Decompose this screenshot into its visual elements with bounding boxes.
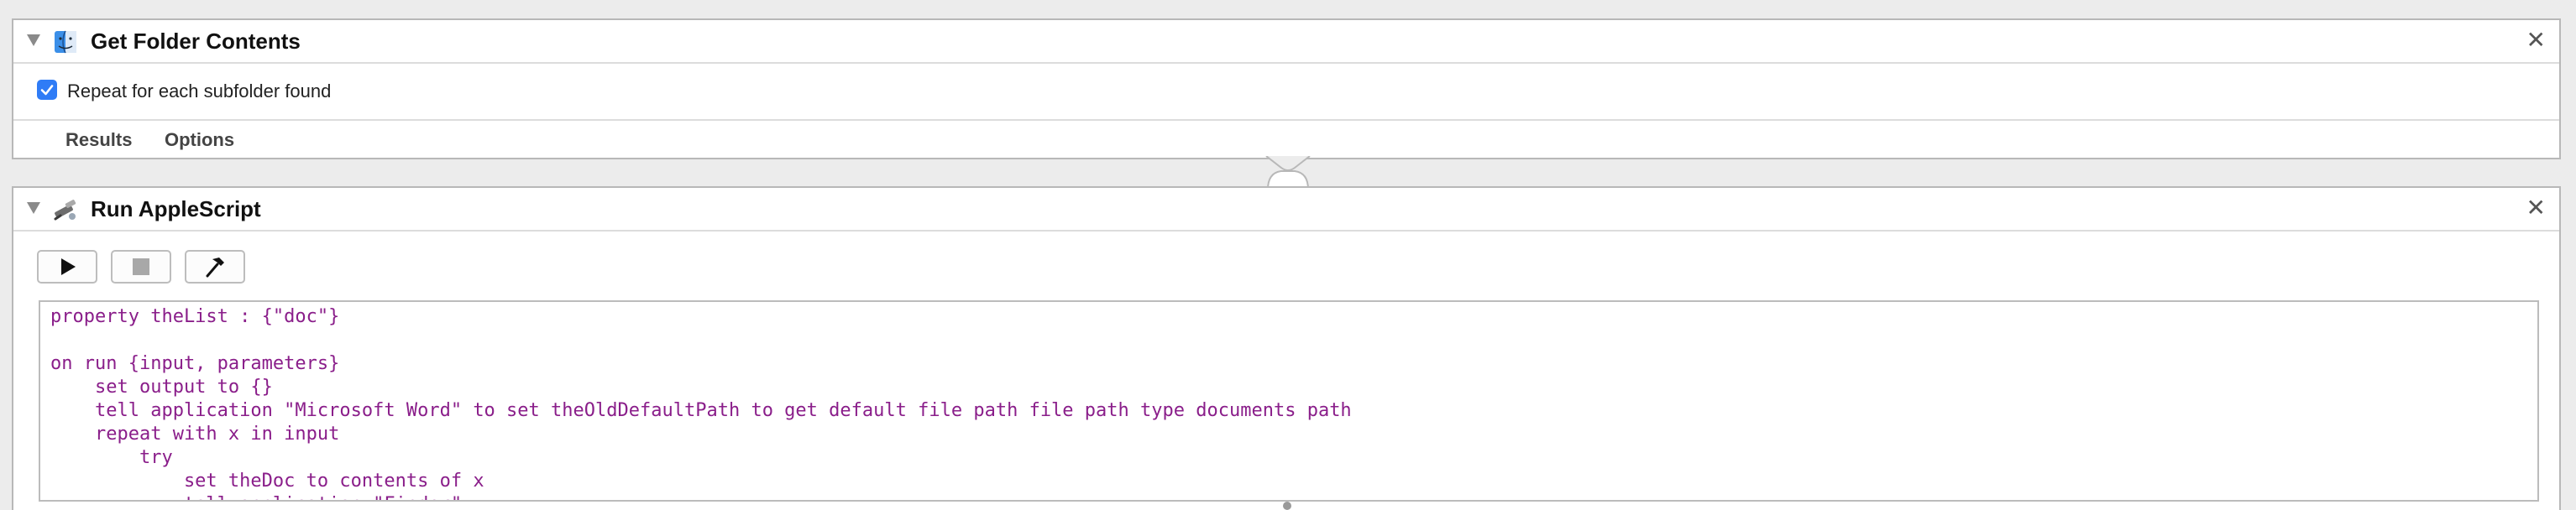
code-line: property theList : {"doc"} [50,306,340,327]
checkbox-label: Repeat for each subfolder found [67,81,332,101]
compile-hammer-icon [206,258,224,278]
checkmark-icon [40,85,54,96]
disclosure-triangle-icon[interactable] [27,202,40,214]
tab-results[interactable]: Results [65,129,132,151]
stop-icon [133,258,149,275]
disclosure-triangle-icon[interactable] [27,34,40,46]
script-editor[interactable]: property theList : {"doc"} on run {input… [39,300,2539,502]
code-line: set output to {} [50,377,273,398]
divider [13,119,2559,121]
close-icon[interactable]: ✕ [2526,195,2546,221]
action-run-applescript: Run AppleScript ✕ property theList : {"d… [12,186,2561,510]
applescript-icon [52,196,79,223]
action-get-folder-contents: Get Folder Contents ✕ Repeat for each su… [12,18,2561,159]
action-header: Run AppleScript ✕ [13,188,2559,232]
finder-folder-icon [52,29,79,55]
repeat-subfolder-checkbox[interactable] [37,80,57,100]
code-line: try [50,447,173,468]
action-connector [1263,155,1313,190]
code-line: set theDoc to contents of x [50,471,484,492]
action-title: Get Folder Contents [91,29,301,54]
action-header: Get Folder Contents ✕ [13,20,2559,64]
tab-options[interactable]: Options [165,129,234,151]
run-script-button[interactable] [37,250,97,284]
close-icon[interactable]: ✕ [2526,28,2546,53]
code-line: on run {input, parameters} [50,353,340,374]
compile-script-button[interactable] [185,250,245,284]
code-line: repeat with x in input [50,424,340,445]
stop-script-button[interactable] [111,250,171,284]
code-line: tell application "Finder" [50,493,462,500]
code-line: tell application "Microsoft Word" to set… [50,400,1352,421]
action-title: Run AppleScript [91,196,261,221]
run-icon [61,258,76,275]
resize-handle[interactable] [1283,502,1291,510]
